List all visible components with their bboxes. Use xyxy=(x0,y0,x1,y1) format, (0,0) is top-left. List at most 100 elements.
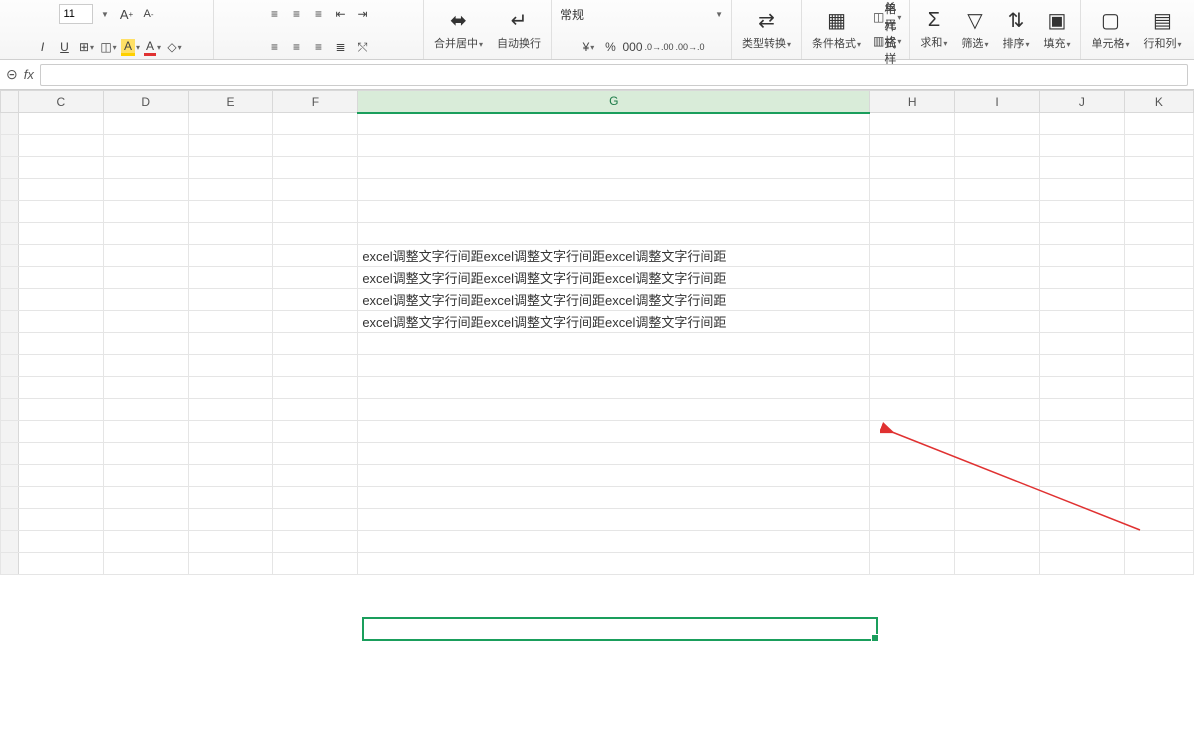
grid-cell[interactable] xyxy=(955,531,1040,553)
distribute-button[interactable]: ≣ xyxy=(331,37,351,57)
grid-cell[interactable] xyxy=(1124,223,1193,245)
grid-cell[interactable] xyxy=(18,487,103,509)
grid-cell[interactable] xyxy=(955,113,1040,135)
grid-cell[interactable] xyxy=(1039,509,1124,531)
grid-cell[interactable] xyxy=(273,443,358,465)
grid-cell[interactable] xyxy=(18,421,103,443)
font-color-button[interactable]: A▾ xyxy=(143,37,163,57)
grid-cell[interactable] xyxy=(870,399,955,421)
grid-cell[interactable] xyxy=(188,355,273,377)
grid-cell[interactable] xyxy=(273,267,358,289)
grid-cell[interactable] xyxy=(358,443,870,465)
fill-border-button[interactable]: ◫▾ xyxy=(99,37,119,57)
grid-cell[interactable] xyxy=(188,311,273,333)
grid-cell[interactable] xyxy=(18,509,103,531)
grid-cell[interactable] xyxy=(870,531,955,553)
grid-cell[interactable] xyxy=(103,509,188,531)
grid-cell[interactable] xyxy=(188,135,273,157)
grid-cell[interactable] xyxy=(18,179,103,201)
grid-cell[interactable] xyxy=(358,135,870,157)
orientation-button[interactable]: ⤲ xyxy=(353,37,373,57)
grid-cell[interactable] xyxy=(1039,157,1124,179)
grid-cell[interactable] xyxy=(273,465,358,487)
grid-cell[interactable] xyxy=(955,135,1040,157)
grid-cell[interactable] xyxy=(18,443,103,465)
grid-cell[interactable] xyxy=(1,531,19,553)
grid-cell[interactable] xyxy=(955,465,1040,487)
grid-cell[interactable] xyxy=(1,267,19,289)
grid-cell[interactable] xyxy=(1039,553,1124,575)
grid-cell[interactable] xyxy=(188,377,273,399)
grid-cell[interactable] xyxy=(955,289,1040,311)
zoom-reset-icon[interactable]: ⊝ xyxy=(6,66,18,83)
grid-cell[interactable] xyxy=(358,355,870,377)
italic-button[interactable]: I xyxy=(33,37,53,57)
grid-cell[interactable] xyxy=(1124,179,1193,201)
grid-cell[interactable] xyxy=(273,179,358,201)
grid-cell[interactable] xyxy=(273,223,358,245)
decrease-decimal-button[interactable]: .00→.0 xyxy=(676,37,705,57)
grid-cell[interactable] xyxy=(1,113,19,135)
grid-cell[interactable] xyxy=(1039,531,1124,553)
grid-cell[interactable] xyxy=(103,421,188,443)
grid-cell[interactable] xyxy=(188,465,273,487)
grid-cell[interactable] xyxy=(1124,267,1193,289)
grid-cell[interactable] xyxy=(1124,377,1193,399)
grid-cell[interactable] xyxy=(870,157,955,179)
grid-cell[interactable] xyxy=(103,201,188,223)
increase-font-button[interactable]: A+ xyxy=(117,4,137,24)
grid-cell[interactable] xyxy=(273,487,358,509)
grid-cell[interactable] xyxy=(18,135,103,157)
grid-cell[interactable] xyxy=(103,289,188,311)
grid-cell[interactable] xyxy=(1,135,19,157)
fx-icon[interactable]: fx xyxy=(24,67,34,82)
grid-cell[interactable] xyxy=(1124,245,1193,267)
grid-cell[interactable] xyxy=(103,311,188,333)
fill-button[interactable]: ▣ 填充▾ xyxy=(1037,2,1076,56)
grid-cell[interactable] xyxy=(1,311,19,333)
grid-cell[interactable] xyxy=(18,223,103,245)
grid-cell[interactable] xyxy=(358,223,870,245)
grid-cell[interactable] xyxy=(870,421,955,443)
grid-cell[interactable] xyxy=(273,377,358,399)
decrease-font-button[interactable]: A- xyxy=(139,4,159,24)
grid-cell[interactable] xyxy=(273,311,358,333)
grid-cell[interactable] xyxy=(103,553,188,575)
wrap-text-button[interactable]: ↵ 自动换行 xyxy=(491,2,547,56)
grid-cell[interactable] xyxy=(188,223,273,245)
grid-cell[interactable] xyxy=(1,377,19,399)
grid-cell[interactable] xyxy=(188,443,273,465)
align-right-button[interactable]: ≡ xyxy=(309,37,329,57)
grid-cell[interactable] xyxy=(955,487,1040,509)
grid-cell[interactable] xyxy=(870,509,955,531)
grid-cell[interactable] xyxy=(1,509,19,531)
grid-cell[interactable] xyxy=(1039,399,1124,421)
grid-cell[interactable] xyxy=(358,333,870,355)
col-header-e[interactable]: E xyxy=(188,91,273,113)
grid-cell[interactable] xyxy=(103,487,188,509)
grid-cell[interactable] xyxy=(955,377,1040,399)
grid-cell[interactable] xyxy=(273,113,358,135)
grid-cell[interactable] xyxy=(358,113,870,135)
grid-cell[interactable] xyxy=(103,531,188,553)
grid-cell[interactable] xyxy=(188,399,273,421)
grid-cell[interactable] xyxy=(18,289,103,311)
grid-cell[interactable] xyxy=(273,399,358,421)
formula-input[interactable] xyxy=(40,64,1188,86)
font-size-dropdown[interactable]: ▼ xyxy=(95,4,115,24)
grid-cell[interactable] xyxy=(1039,135,1124,157)
grid-cell[interactable] xyxy=(18,553,103,575)
col-header-g[interactable]: G xyxy=(358,91,870,113)
grid-cell[interactable] xyxy=(955,333,1040,355)
conditional-format-button[interactable]: ▦ 条件格式▾ xyxy=(806,2,867,56)
grid-cell[interactable] xyxy=(273,355,358,377)
grid-cell[interactable] xyxy=(955,399,1040,421)
grid-cell[interactable] xyxy=(103,157,188,179)
grid-cell[interactable] xyxy=(1039,465,1124,487)
grid-cell[interactable] xyxy=(358,157,870,179)
grid-cell[interactable] xyxy=(273,135,358,157)
grid-cell[interactable] xyxy=(103,333,188,355)
grid-cell[interactable] xyxy=(18,267,103,289)
grid-cell[interactable] xyxy=(955,157,1040,179)
grid-cell[interactable] xyxy=(273,531,358,553)
